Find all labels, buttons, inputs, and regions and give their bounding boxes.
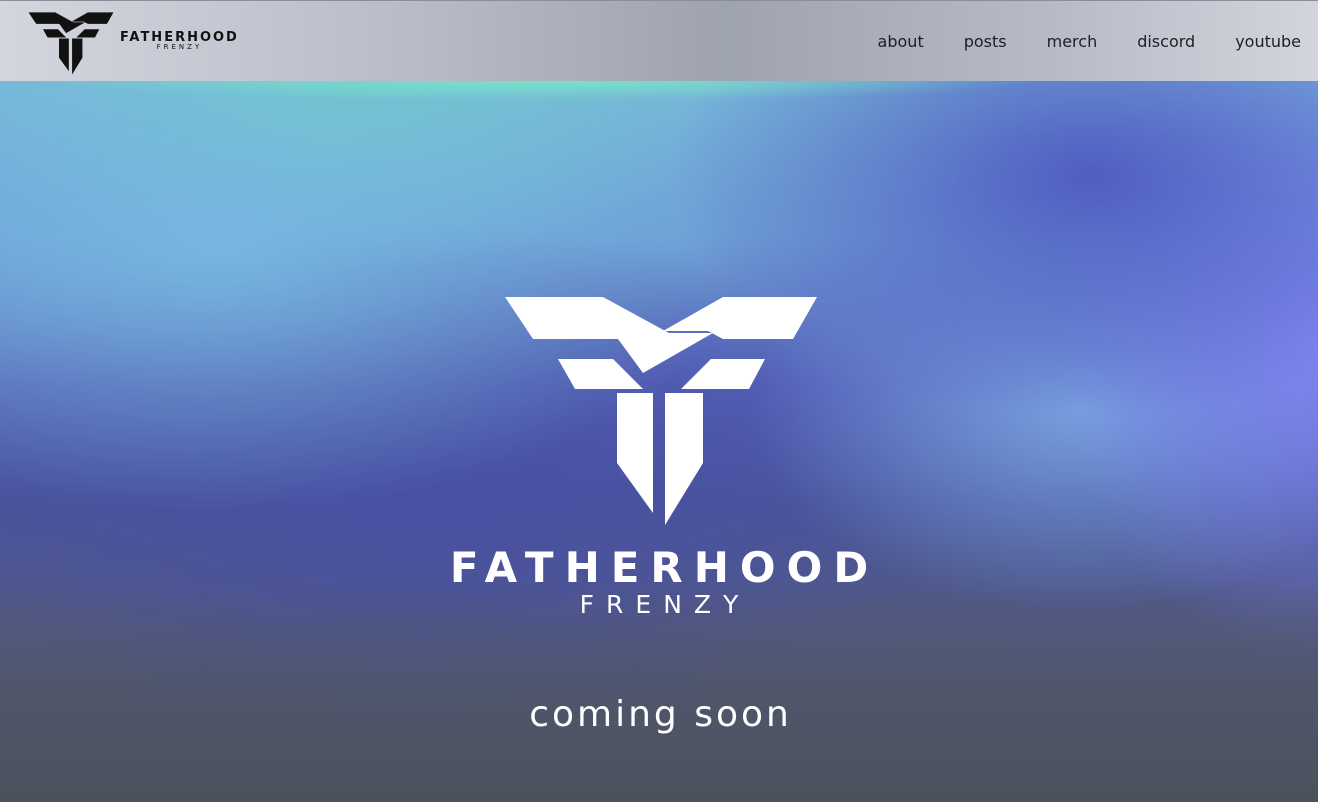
nav-link-youtube[interactable]: youtube (1235, 32, 1301, 51)
nav-link-merch[interactable]: merch (1047, 32, 1098, 51)
nav-link-posts[interactable]: posts (964, 32, 1007, 51)
page: FATHERHOOD FRENZY about posts merch disc… (0, 0, 1318, 802)
brand-subtitle: FRENZY (156, 43, 203, 51)
main-nav: about posts merch discord youtube (838, 1, 1301, 82)
brand-wordmark: FATHERHOOD FRENZY (120, 31, 239, 52)
nav-link-discord[interactable]: discord (1137, 32, 1195, 51)
brand-logo-link[interactable]: FATHERHOOD FRENZY (28, 11, 239, 77)
nav-link-about[interactable]: about (878, 32, 924, 51)
fatherhood-frenzy-logo-icon (505, 297, 817, 525)
site-header: FATHERHOOD FRENZY about posts merch disc… (0, 0, 1318, 81)
hero-section: FATHERHOOD FRENZY coming soon (0, 81, 1318, 802)
fatherhood-frenzy-logo-icon (28, 12, 114, 75)
hero-title: FATHERHOOD (449, 543, 880, 592)
hero-background-glow (40, 81, 1040, 101)
coming-soon-text: coming soon (529, 694, 792, 735)
hero-subtitle: FRENZY (579, 590, 751, 619)
